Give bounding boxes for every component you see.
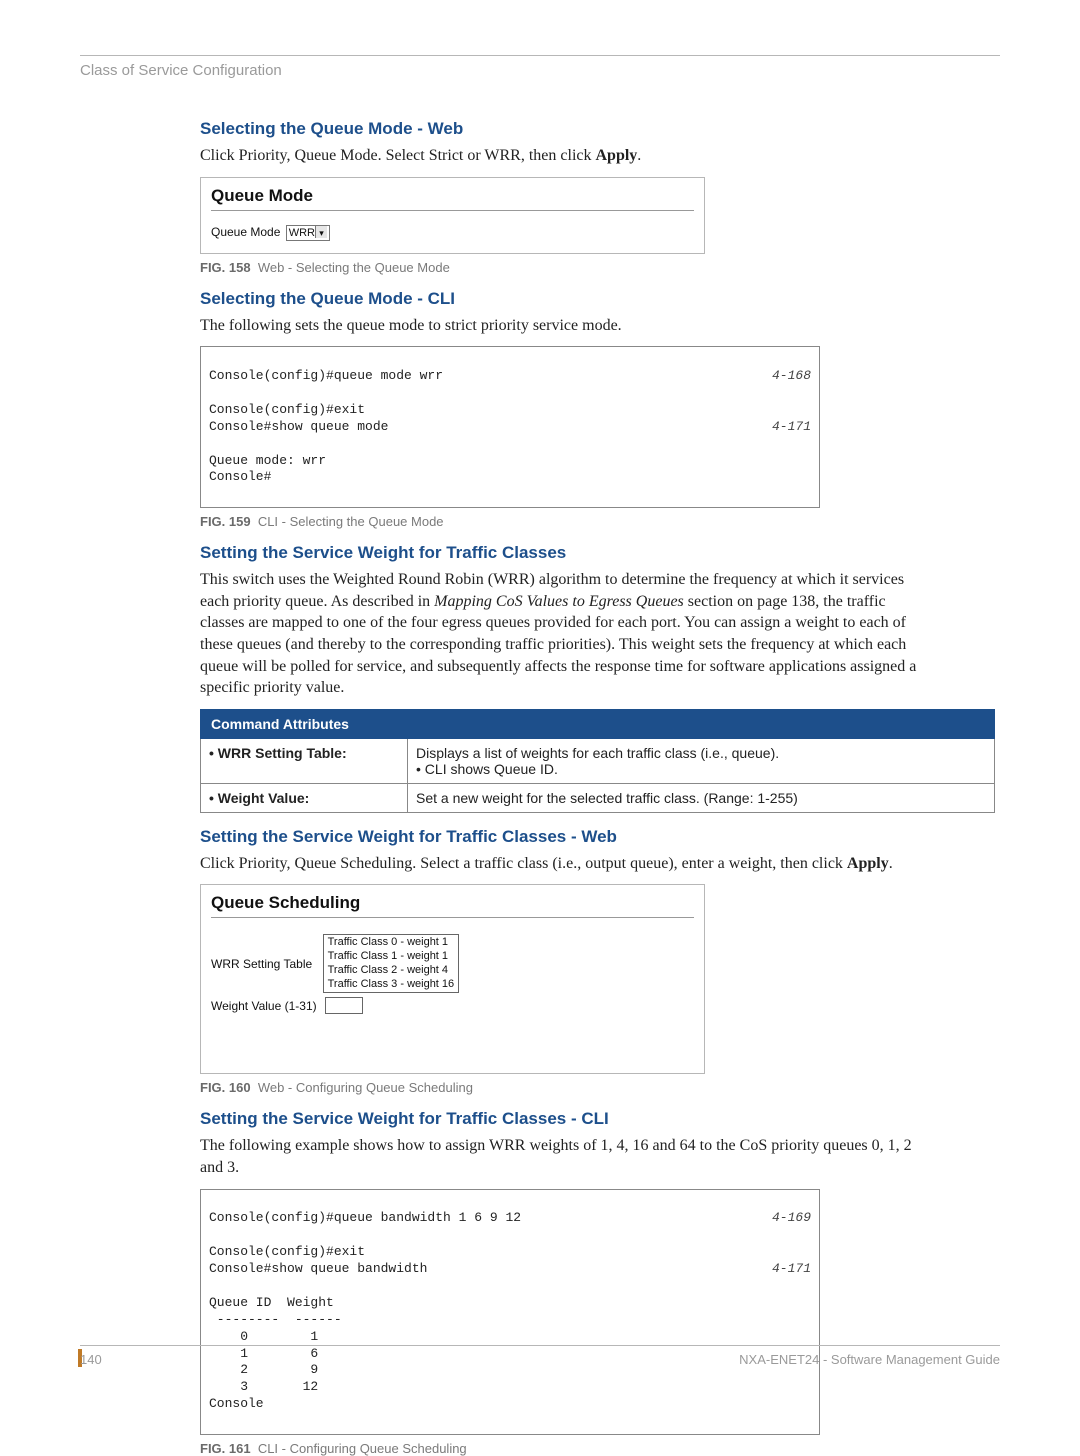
para-service-weight-cli: The following example shows how to assig… <box>200 1135 930 1178</box>
queue-mode-select[interactable]: WRR▾ <box>286 225 330 241</box>
figure-box-queue-scheduling: Queue Scheduling WRR Setting Table Traff… <box>200 884 705 1074</box>
cli-ref: 4-169 <box>772 1210 811 1227</box>
cli-line: Console(config)#queue bandwidth 1 6 9 12 <box>209 1210 521 1227</box>
cli-ref: 4-168 <box>772 368 811 385</box>
list-item[interactable]: Traffic Class 0 - weight 1 <box>328 936 455 950</box>
weight-value-input[interactable] <box>325 997 363 1014</box>
cli-ref: 4-171 <box>772 419 811 436</box>
cli-line: Console(config)#exit <box>209 402 365 417</box>
figure-number: FIG. 160 <box>200 1080 251 1095</box>
apply-word: Apply <box>847 855 889 872</box>
figure-number: FIG. 158 <box>200 260 251 275</box>
cli-line: 0 1 <box>209 1329 318 1344</box>
figure-box-queue-mode: Queue Mode Queue Mode WRR▾ <box>200 177 705 254</box>
cli-line: Console# <box>209 469 271 484</box>
cli-line: Console(config)#exit <box>209 1244 365 1259</box>
text: Displays a list of weights for each traf… <box>416 745 779 761</box>
dropdown-arrow-icon[interactable]: ▾ <box>315 226 327 238</box>
table-cell-label: • Weight Value: <box>201 783 408 812</box>
table-cell-value: Displays a list of weights for each traf… <box>408 738 995 783</box>
apply-word: Apply <box>595 147 637 164</box>
queue-mode-select-value: WRR <box>289 227 315 239</box>
table-cell-label: • WRR Setting Table: <box>201 738 408 783</box>
list-item[interactable]: Traffic Class 3 - weight 16 <box>328 978 455 992</box>
text: Click Priority, Queue Mode. Select Stric… <box>200 147 595 164</box>
wrr-setting-table-listbox[interactable]: Traffic Class 0 - weight 1 Traffic Class… <box>323 934 460 993</box>
cli-box-161: Console(config)#queue bandwidth 1 6 9 12… <box>200 1189 820 1435</box>
figure-caption-text: Web - Configuring Queue Scheduling <box>258 1080 473 1095</box>
cli-line: Queue ID Weight <box>209 1295 334 1310</box>
weight-value-label: Weight Value (1-31) <box>211 995 323 1016</box>
list-item[interactable]: Traffic Class 1 - weight 1 <box>328 950 455 964</box>
figure-caption-158: FIG. 158 Web - Selecting the Queue Mode <box>200 260 930 275</box>
table-cell-value: Set a new weight for the selected traffi… <box>408 783 995 812</box>
figure-caption-160: FIG. 160 Web - Configuring Queue Schedul… <box>200 1080 930 1095</box>
cli-line: Console <box>209 1396 264 1411</box>
cli-line: Queue mode: wrr <box>209 453 326 468</box>
para-service-weight-web: Click Priority, Queue Scheduling. Select… <box>200 853 930 875</box>
figure-title: Queue Scheduling <box>211 893 694 913</box>
command-attributes-table: Command Attributes • WRR Setting Table: … <box>200 709 995 813</box>
heading-service-weight-web: Setting the Service Weight for Traffic C… <box>200 827 930 847</box>
figure-title: Queue Mode <box>211 186 694 206</box>
text: • CLI shows Queue ID. <box>416 761 558 777</box>
figure-number: FIG. 161 <box>200 1441 251 1456</box>
text: . <box>637 147 641 164</box>
cli-line: 3 12 <box>209 1379 318 1394</box>
running-head: Class of Service Configuration <box>80 62 1000 79</box>
heading-service-weight-cli: Setting the Service Weight for Traffic C… <box>200 1109 930 1129</box>
cli-ref: 4-171 <box>772 1261 811 1278</box>
wrr-setting-table-label: WRR Setting Table <box>211 932 323 995</box>
para-queue-mode-web: Click Priority, Queue Mode. Select Stric… <box>200 145 930 167</box>
cli-line: Console#show queue mode <box>209 419 388 436</box>
table-header: Command Attributes <box>201 709 995 738</box>
list-item[interactable]: Traffic Class 2 - weight 4 <box>328 964 455 978</box>
cli-line: -------- ------ <box>209 1312 342 1327</box>
figure-caption-159: FIG. 159 CLI - Selecting the Queue Mode <box>200 514 930 529</box>
text: . <box>889 855 893 872</box>
figure-caption-161: FIG. 161 CLI - Configuring Queue Schedul… <box>200 1441 930 1456</box>
cli-line: Console#show queue bandwidth <box>209 1261 427 1278</box>
heading-queue-mode-cli: Selecting the Queue Mode - CLI <box>200 289 930 309</box>
page-number: 140 <box>80 1352 102 1367</box>
doc-title: NXA-ENET24 - Software Management Guide <box>739 1352 1000 1367</box>
figure-caption-text: Web - Selecting the Queue Mode <box>258 260 450 275</box>
figure-caption-text: CLI - Configuring Queue Scheduling <box>258 1441 467 1456</box>
heading-service-weight: Setting the Service Weight for Traffic C… <box>200 543 930 563</box>
queue-mode-label: Queue Mode <box>211 225 280 239</box>
para-service-weight: This switch uses the Weighted Round Robi… <box>200 569 930 699</box>
figure-number: FIG. 159 <box>200 514 251 529</box>
text: Click Priority, Queue Scheduling. Select… <box>200 855 847 872</box>
para-queue-mode-cli: The following sets the queue mode to str… <box>200 315 930 337</box>
figure-caption-text: CLI - Selecting the Queue Mode <box>258 514 444 529</box>
cli-box-159: Console(config)#queue mode wrr 4-168 Cons… <box>200 346 820 508</box>
heading-queue-mode-web: Selecting the Queue Mode - Web <box>200 119 930 139</box>
cli-line: Console(config)#queue mode wrr <box>209 368 443 385</box>
italic-ref: Mapping CoS Values to Egress Queues <box>434 593 684 610</box>
